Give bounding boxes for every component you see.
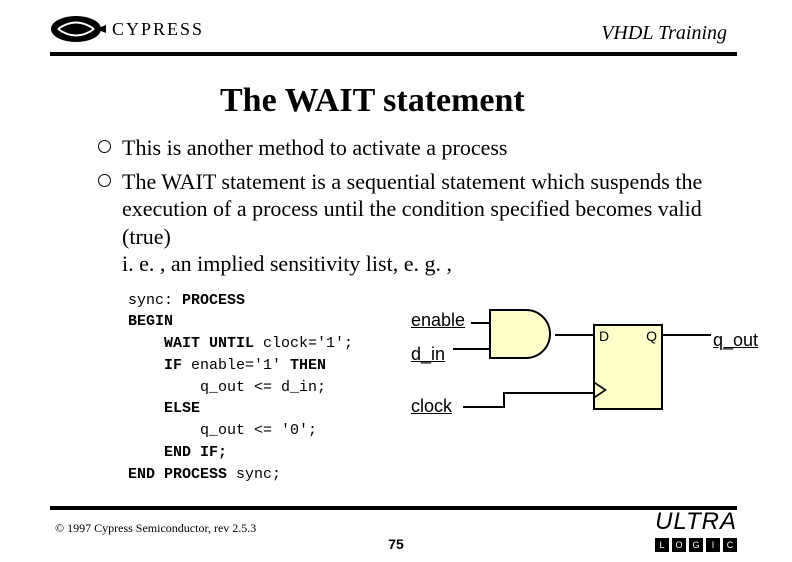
code-token: sync:: [128, 292, 182, 309]
ultra-tag-letter: O: [672, 538, 686, 552]
signal-label-din: d_in: [411, 344, 445, 365]
header-rule: [50, 52, 737, 56]
signal-label-clock: clock: [411, 396, 452, 417]
ultra-tag-letter: C: [723, 538, 737, 552]
ultra-tag-letter: L: [655, 538, 669, 552]
circuit-diagram: enable d_in clock q_out D Q: [403, 300, 763, 470]
flipflop-q-label: Q: [646, 328, 657, 344]
slide-title: The WAIT statement: [220, 82, 792, 120]
page-number: 75: [388, 536, 404, 552]
ultra-tagline: L O G I C: [655, 538, 737, 552]
bullet-text: The WAIT statement is a sequential state…: [122, 168, 732, 278]
wire: [503, 392, 505, 408]
flipflop-d-label: D: [599, 328, 609, 344]
cypress-icon: [50, 14, 108, 44]
code-keyword: BEGIN: [128, 313, 173, 330]
wire: [463, 406, 503, 408]
ultra-tag-letter: G: [689, 538, 703, 552]
d-flipflop-icon: D Q: [593, 324, 663, 410]
footer-rule: [50, 506, 737, 510]
code-keyword: WAIT UNTIL: [128, 335, 254, 352]
brand-name: CYPRESS: [112, 19, 204, 40]
copyright: © 1997 Cypress Semiconductor, rev 2.5.3: [55, 521, 256, 536]
code-block: sync: PROCESS BEGIN WAIT UNTIL clock='1'…: [128, 290, 403, 486]
code-token: q_out <= '0';: [128, 422, 317, 439]
wire: [503, 392, 593, 394]
signal-label-qout: q_out: [713, 330, 758, 351]
wire: [555, 334, 595, 336]
bullet-item: This is another method to activate a pro…: [98, 134, 732, 162]
wire: [453, 348, 491, 350]
bullet-icon: [98, 174, 111, 187]
ultra-brand: ULTRA: [655, 508, 737, 536]
bullet-text: This is another method to activate a pro…: [122, 134, 732, 162]
code-keyword: ELSE: [128, 400, 200, 417]
content-row: sync: PROCESS BEGIN WAIT UNTIL clock='1'…: [0, 290, 792, 486]
and-gate-icon: [488, 308, 558, 360]
code-keyword: IF: [128, 357, 182, 374]
bullet-icon: [98, 140, 111, 153]
code-keyword: THEN: [290, 357, 326, 374]
wire: [663, 334, 711, 336]
bullet-list: This is another method to activate a pro…: [98, 134, 732, 278]
ultra-tag-letter: I: [706, 538, 720, 552]
slide-header: CYPRESS VHDL Training: [0, 0, 792, 60]
signal-label-enable: enable: [411, 310, 465, 331]
code-token: enable='1': [182, 357, 290, 374]
ultra-logo: ULTRA L O G I C: [655, 508, 737, 552]
code-token: clock='1';: [254, 335, 353, 352]
brand-logo: CYPRESS: [50, 14, 204, 44]
code-keyword: END PROCESS: [128, 466, 227, 483]
code-keyword: PROCESS: [182, 292, 245, 309]
course-title: VHDL Training: [601, 22, 727, 45]
code-token: sync;: [227, 466, 281, 483]
code-token: q_out <= d_in;: [128, 379, 326, 396]
code-keyword: END IF;: [128, 444, 227, 461]
bullet-item: The WAIT statement is a sequential state…: [98, 168, 732, 278]
